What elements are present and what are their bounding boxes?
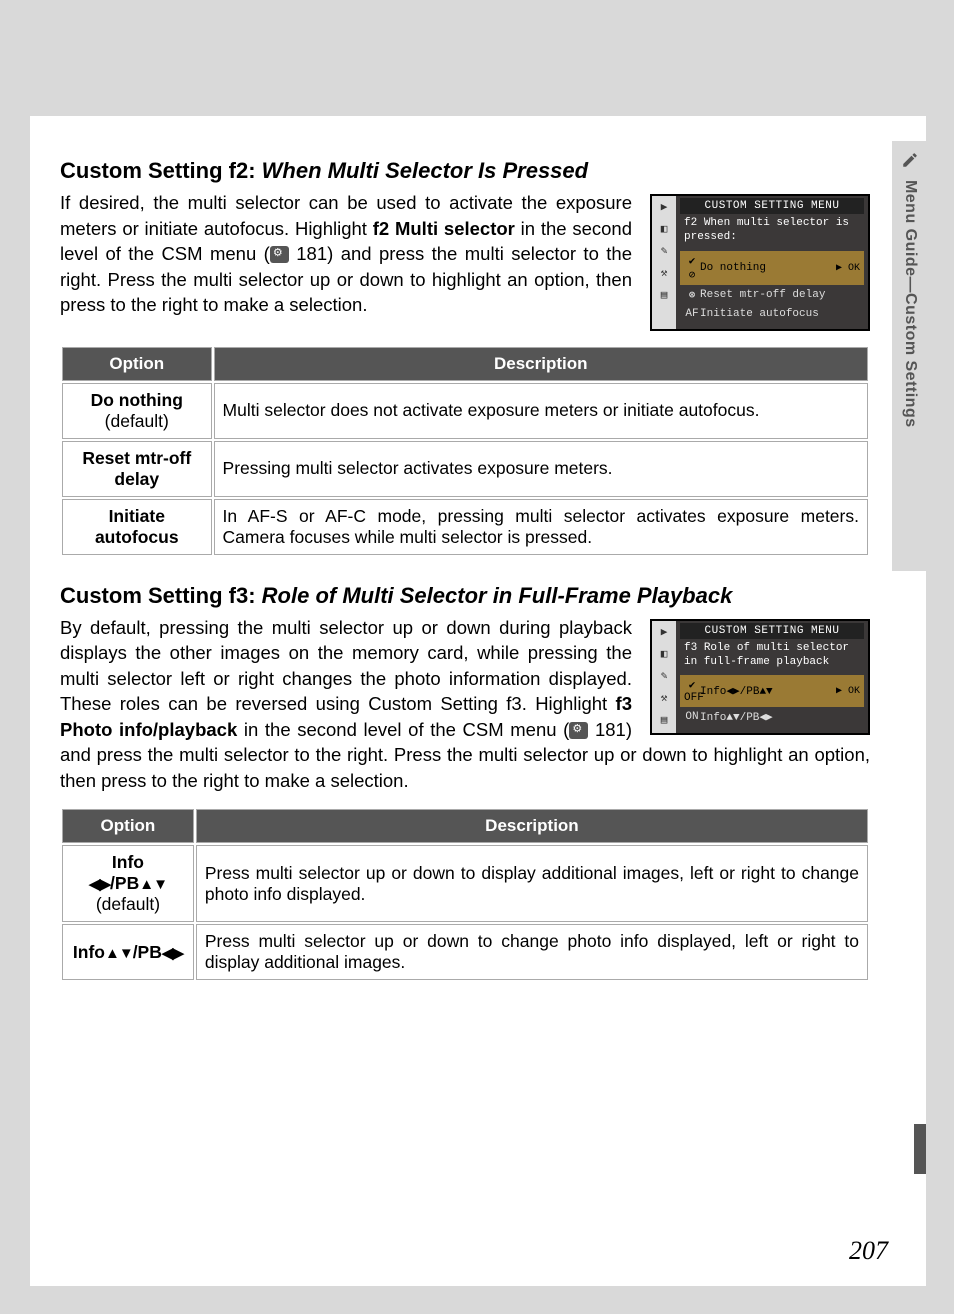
desc-reset-mtr: Pressing multi selector activates exposu… [214,441,868,497]
camera-icon: ◧ [661,647,668,661]
opt-do-nothing: Do nothing (default) [62,383,212,439]
heading-f2-prefix: Custom Setting f2: [60,158,262,183]
table-header-option: Option [62,809,194,843]
top-grey-bar [30,36,926,116]
table-header-description: Description [196,809,868,843]
opt-info-lr-pb-ud: Info ◀▶/PB▲▼ (default) [62,845,194,922]
side-dark-marker [914,1124,926,1174]
side-tab-text: Menu Guide—Custom Settings [902,180,919,428]
screen-f3: ▶ ◧ ✎ ⚒ ▤ CUSTOM SETTING MENU f3 Role of… [650,619,870,736]
pencil-icon: ✎ [661,669,668,683]
opt-initiate-af: Initiate autofocus [62,499,212,555]
table-row: Do nothing (default) Multi selector does… [62,383,868,439]
tool-icon: ⚒ [661,691,668,705]
screen-f3-row-on: ONInfo▲▼/PB◀▶ [680,707,864,727]
menu-ref-icon [270,246,289,263]
heading-f2: Custom Setting f2: When Multi Selector I… [60,158,870,184]
screen-f3-sidebar-icons: ▶ ◧ ✎ ⚒ ▤ [652,621,676,734]
screen-f2-row-reset: ⊛Reset mtr-off delay [680,285,864,305]
table-f2: Option Description Do nothing (default) … [60,345,870,557]
desc-info-lr-pb-ud: Press multi selector up or down to displ… [196,845,868,922]
table-header-description: Description [214,347,868,381]
card-icon: ▤ [661,288,668,302]
screen-f3-title: CUSTOM SETTING MENU [680,623,864,639]
card-icon: ▤ [661,713,668,727]
screen-f2: ▶ ◧ ✎ ⚒ ▤ CUSTOM SETTING MENU f2 When mu… [650,194,870,331]
screen-f2-row-af: AFInitiate autofocus [680,305,864,323]
table-header-option: Option [62,347,212,381]
heading-f3-prefix: Custom Setting f3: [60,583,262,608]
table-row: Info▲▼/PB◀▶ Press multi selector up or d… [62,924,868,980]
heading-f3-title: Role of Multi Selector in Full-Frame Pla… [262,583,733,608]
tool-icon: ⚒ [661,266,668,280]
table-f3: Option Description Info ◀▶/PB▲▼ (default… [60,807,870,982]
play-icon: ▶ [661,200,668,214]
play-icon: ▶ [661,625,668,639]
screen-f3-subtitle: f3 Role of multi selector in full-frame … [680,639,864,676]
pencil-icon [901,151,919,169]
screen-f2-sidebar-icons: ▶ ◧ ✎ ⚒ ▤ [652,196,676,329]
screen-f2-subtitle: f2 When multi selector is pressed: [680,214,864,251]
desc-do-nothing: Multi selector does not activate exposur… [214,383,868,439]
page: Menu Guide—Custom Settings Custom Settin… [30,36,926,1286]
side-tab: Menu Guide—Custom Settings [892,141,926,571]
screen-f2-title: CUSTOM SETTING MENU [680,198,864,214]
table-row: Reset mtr-off delay Pressing multi selec… [62,441,868,497]
opt-info-ud-pb-lr: Info▲▼/PB◀▶ [62,924,194,980]
camera-icon: ◧ [661,222,668,236]
heading-f2-title: When Multi Selector Is Pressed [262,158,588,183]
table-row: Option Description [62,347,868,381]
desc-initiate-af: In AF-S or AF-C mode, pressing multi sel… [214,499,868,555]
desc-info-ud-pb-lr: Press multi selector up or down to chang… [196,924,868,980]
page-number: 207 [849,1236,888,1266]
heading-f3: Custom Setting f3: Role of Multi Selecto… [60,583,870,609]
side-tab-label: Menu Guide—Custom Settings [901,151,919,428]
menu-ref-icon [569,722,588,739]
table-row: Info ◀▶/PB▲▼ (default) Press multi selec… [62,845,868,922]
screen-f2-row-do-nothing: ✔ ⊘Do nothing▶ OK [680,251,864,285]
pencil-icon: ✎ [661,244,668,258]
screen-f3-row-off: ✔ OFFInfo◀▶/PB▲▼▶ OK [680,675,864,707]
table-row: Option Description [62,809,868,843]
table-row: Initiate autofocus In AF-S or AF-C mode,… [62,499,868,555]
opt-reset-mtr: Reset mtr-off delay [62,441,212,497]
content-area: Custom Setting f2: When Multi Selector I… [60,158,870,982]
